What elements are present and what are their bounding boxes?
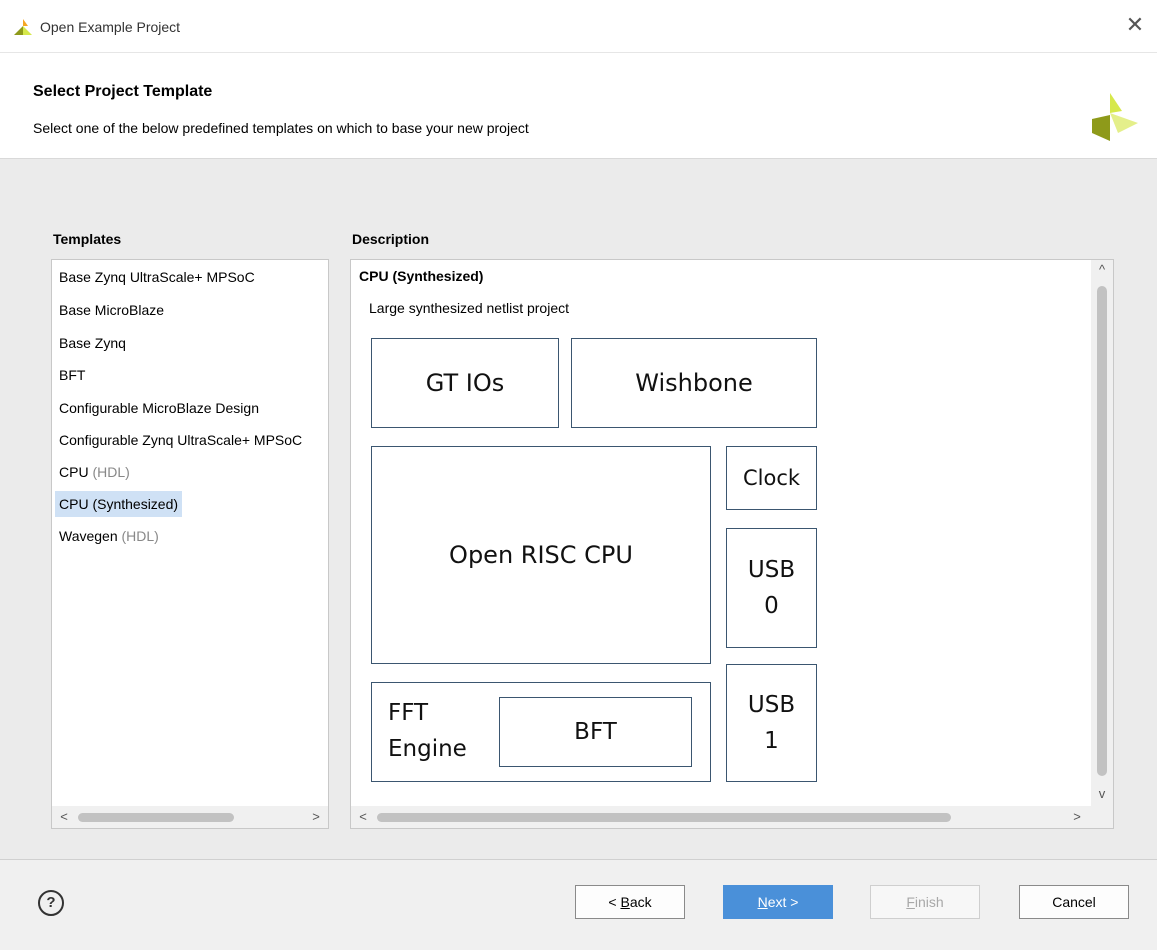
scrollbar-thumb[interactable] — [78, 813, 234, 822]
list-item[interactable]: Base MicroBlaze — [55, 297, 168, 323]
scrollbar-thumb[interactable] — [1097, 286, 1107, 776]
title-bar: Open Example Project ✕ — [0, 0, 1157, 53]
page-subtitle: Select one of the below predefined templ… — [33, 120, 529, 136]
list-item[interactable]: Base Zynq UltraScale+ MPSoC — [55, 264, 259, 290]
help-icon[interactable]: ? — [38, 890, 64, 916]
cancel-button[interactable]: Cancel — [1019, 885, 1129, 919]
list-item[interactable]: Wavegen (HDL) — [55, 523, 163, 549]
chevron-down-icon[interactable]: v — [1094, 786, 1110, 802]
next-button[interactable]: Next > — [723, 885, 833, 919]
chevron-right-icon[interactable]: > — [1069, 808, 1085, 826]
scrollbar-corner — [1091, 806, 1113, 828]
fft-engine-label: FFT Engine — [388, 700, 467, 762]
description-subtitle: Large synthesized netlist project — [369, 300, 569, 316]
block-open-risc-cpu: Open RISC CPU — [371, 446, 711, 664]
vivado-logo-icon — [14, 19, 32, 35]
description-label: Description — [352, 231, 430, 247]
list-item[interactable]: Configurable Zynq UltraScale+ MPSoC — [55, 427, 306, 453]
description-horizontal-scrollbar[interactable]: < > — [351, 806, 1091, 828]
chevron-right-icon[interactable]: > — [308, 808, 324, 826]
block-clock: Clock — [726, 446, 817, 510]
templates-horizontal-scrollbar[interactable]: < > — [52, 806, 328, 828]
chevron-up-icon[interactable]: ^ — [1094, 262, 1110, 278]
description-panel: CPU (Synthesized) Large synthesized netl… — [350, 259, 1114, 829]
block-wishbone: Wishbone — [571, 338, 817, 428]
templates-panel: Base Zynq UltraScale+ MPSoC Base MicroBl… — [51, 259, 329, 829]
list-item[interactable]: Configurable MicroBlaze Design — [55, 395, 263, 421]
chevron-left-icon[interactable]: < — [355, 808, 371, 826]
block-bft: BFT — [499, 697, 692, 767]
templates-list: Base Zynq UltraScale+ MPSoC Base MicroBl… — [52, 260, 328, 806]
footer: ? < Back Next > Finish Cancel — [0, 859, 1157, 950]
chevron-left-icon[interactable]: < — [56, 808, 72, 826]
description-vertical-scrollbar[interactable]: ^ v — [1091, 260, 1113, 806]
list-item[interactable]: Base Zynq — [55, 330, 130, 356]
close-icon[interactable]: ✕ — [1124, 14, 1146, 36]
block-usb-1: USB 1 — [726, 664, 817, 782]
header: Select Project Template Select one of th… — [0, 53, 1157, 159]
finish-button: Finish — [870, 885, 980, 919]
description-content: CPU (Synthesized) Large synthesized netl… — [351, 260, 1091, 806]
templates-label: Templates — [53, 231, 122, 247]
window-title: Open Example Project — [40, 19, 181, 35]
list-item-selected[interactable]: CPU (Synthesized) — [55, 491, 183, 517]
block-gt-ios: GT IOs — [371, 338, 559, 428]
description-title: CPU (Synthesized) — [359, 268, 484, 284]
list-item[interactable]: BFT — [55, 362, 89, 388]
content-area: Templates Description Base Zynq UltraSca… — [0, 159, 1157, 859]
back-button[interactable]: < Back — [575, 885, 685, 919]
vivado-logo-icon — [1092, 93, 1138, 141]
page-title: Select Project Template — [33, 83, 213, 100]
list-item[interactable]: CPU (HDL) — [55, 459, 134, 485]
block-fft-engine: FFT Engine BFT — [371, 682, 711, 782]
scrollbar-thumb[interactable] — [377, 813, 951, 822]
block-usb-0: USB 0 — [726, 528, 817, 648]
